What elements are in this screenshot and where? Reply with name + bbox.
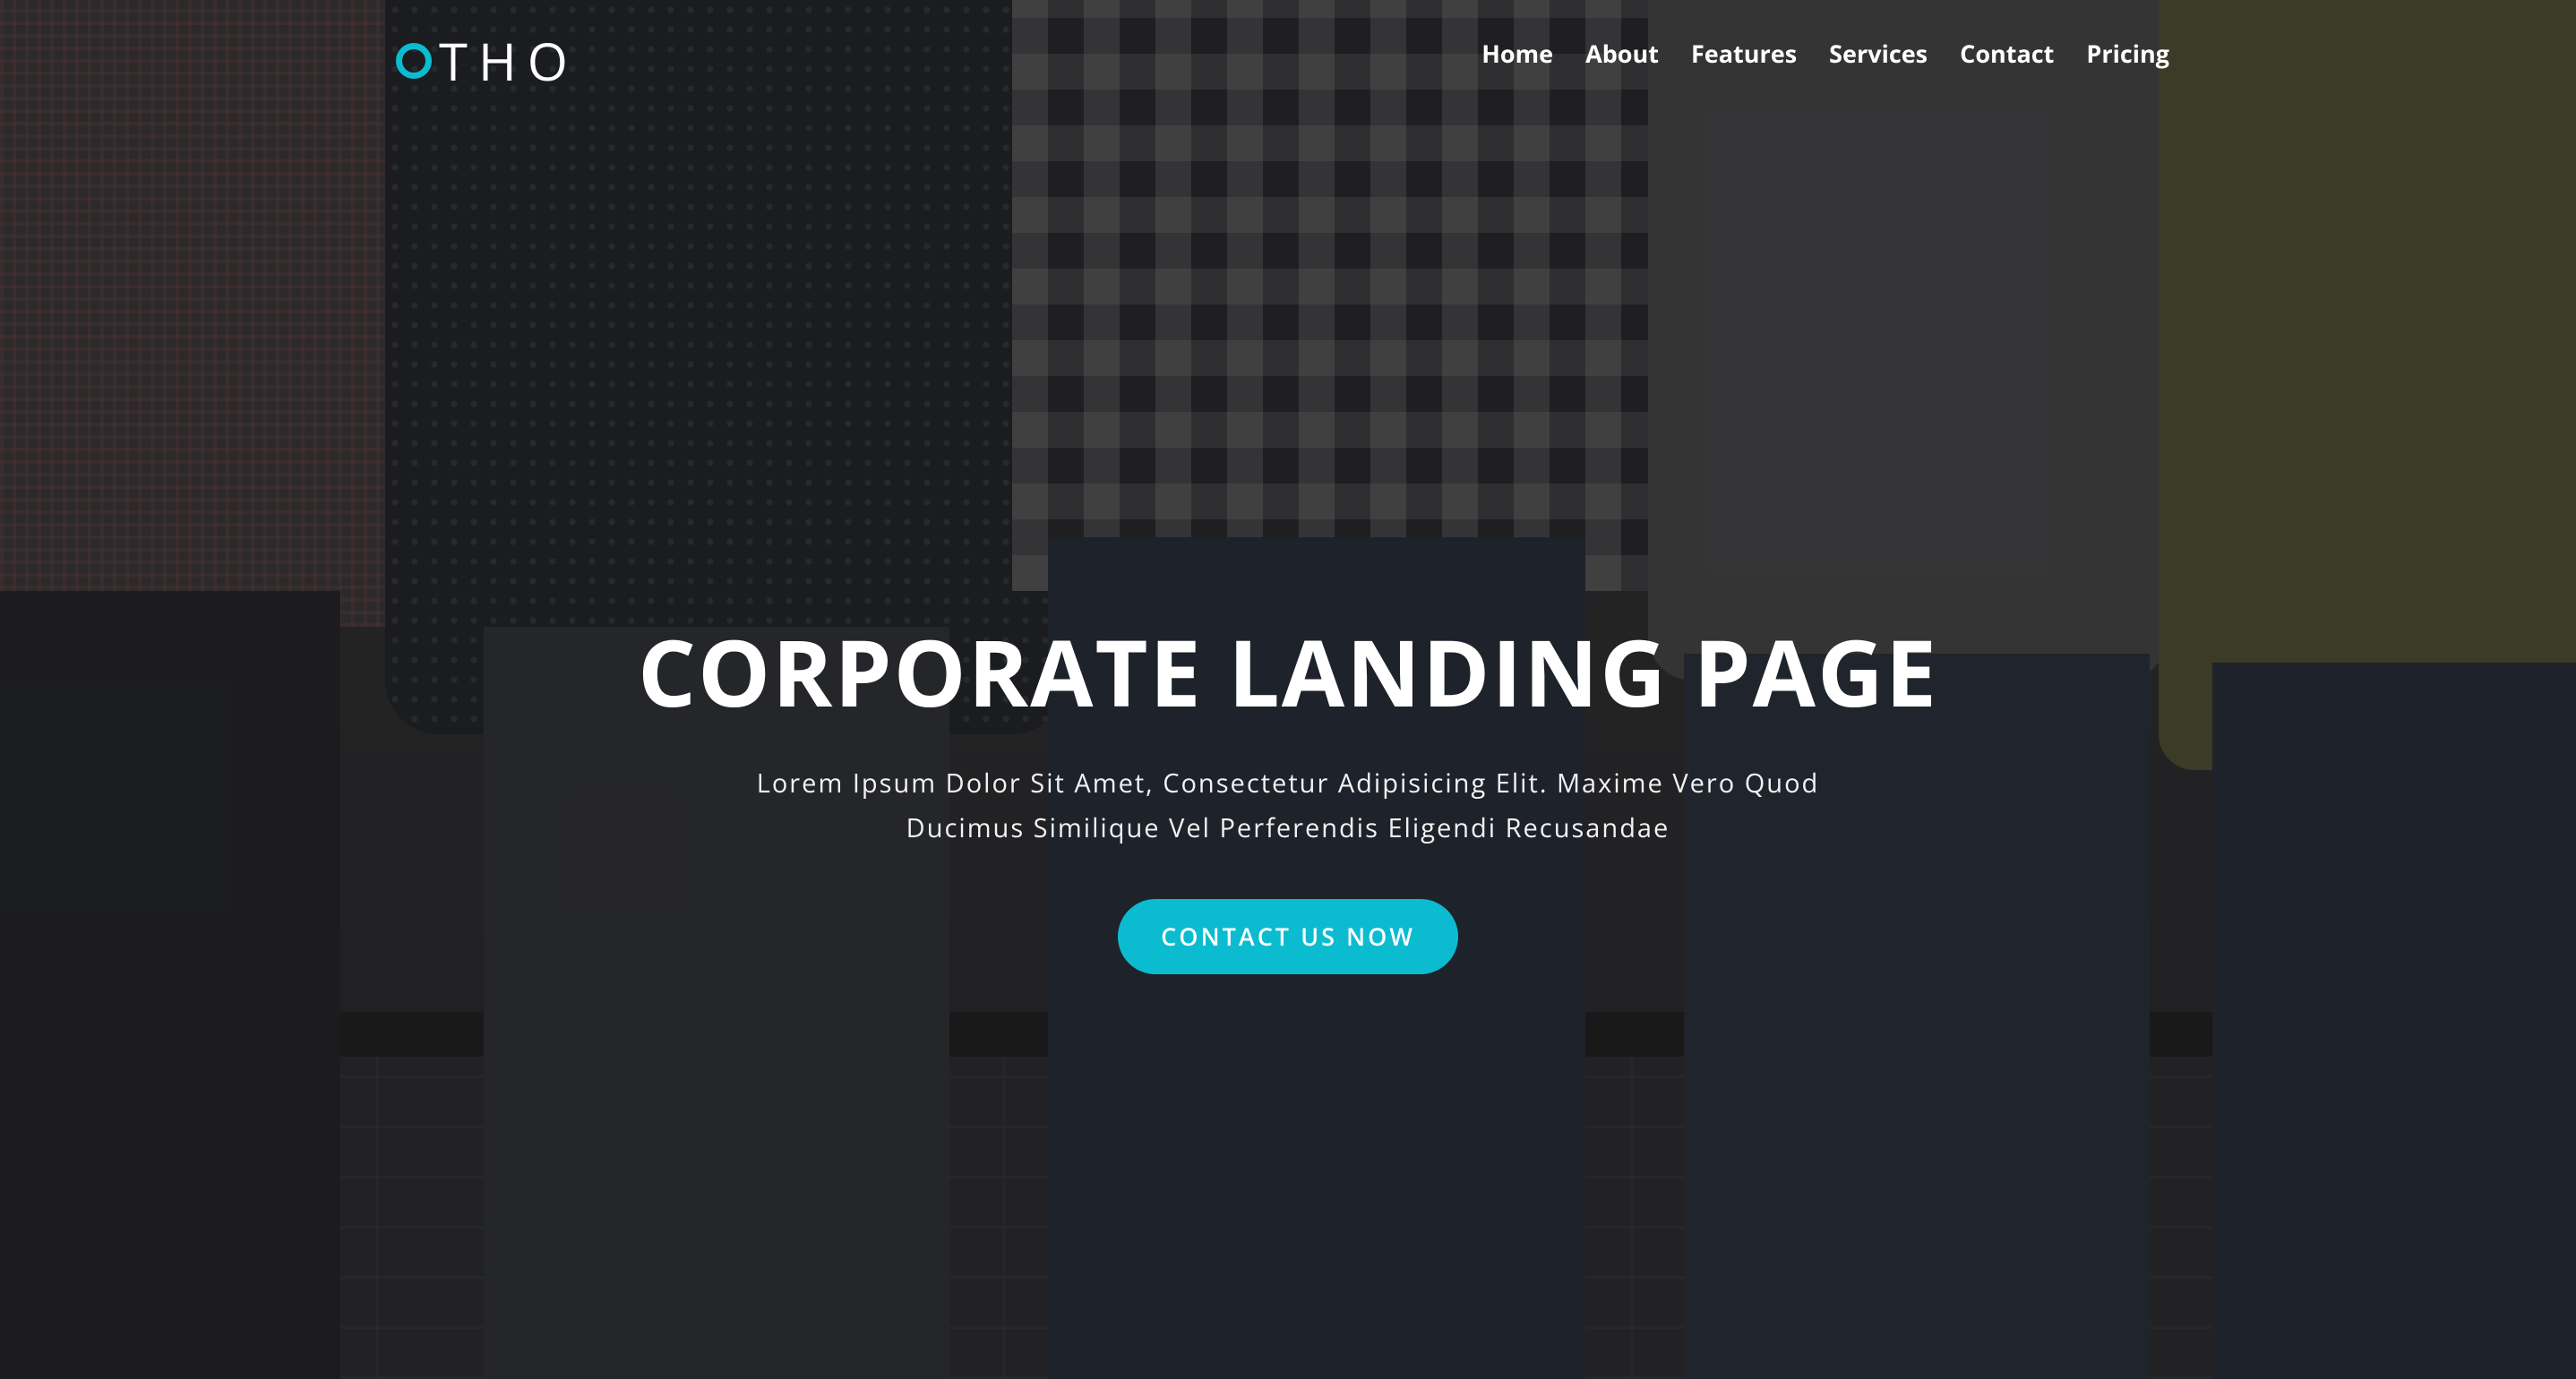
hero-section: THO Home About Features Services Contact…	[0, 0, 2576, 1379]
nav-item-home[interactable]: Home	[1481, 36, 1553, 72]
hero-subtitle-line-2: Ducimus Similique Vel Perferendis Eligen…	[906, 810, 1670, 845]
nav-item-services[interactable]: Services	[1829, 36, 1928, 72]
navbar: THO Home About Features Services Contact…	[0, 0, 2576, 107]
hero-title: CORPORATE LANDING PAGE	[637, 609, 1939, 733]
hero-subtitle: Lorem Ipsum Dolor Sit Amet, Consectetur …	[661, 761, 1915, 851]
logo-text: THO	[439, 25, 579, 96]
nav-item-features[interactable]: Features	[1691, 36, 1797, 72]
hero-subtitle-line-1: Lorem Ipsum Dolor Sit Amet, Consectetur …	[756, 766, 1820, 801]
contact-us-button[interactable]: CONTACT US NOW	[1118, 899, 1458, 974]
nav-item-pricing[interactable]: Pricing	[2086, 36, 2169, 72]
main-nav: Home About Features Services Contact Pri…	[1449, 36, 2169, 72]
hero-content: CORPORATE LANDING PAGE Lorem Ipsum Dolor…	[0, 618, 2576, 974]
nav-item-about[interactable]: About	[1585, 36, 1659, 72]
ring-logo-icon	[396, 43, 432, 79]
brand-logo[interactable]: THO	[396, 29, 579, 93]
nav-item-contact[interactable]: Contact	[1960, 36, 2054, 72]
